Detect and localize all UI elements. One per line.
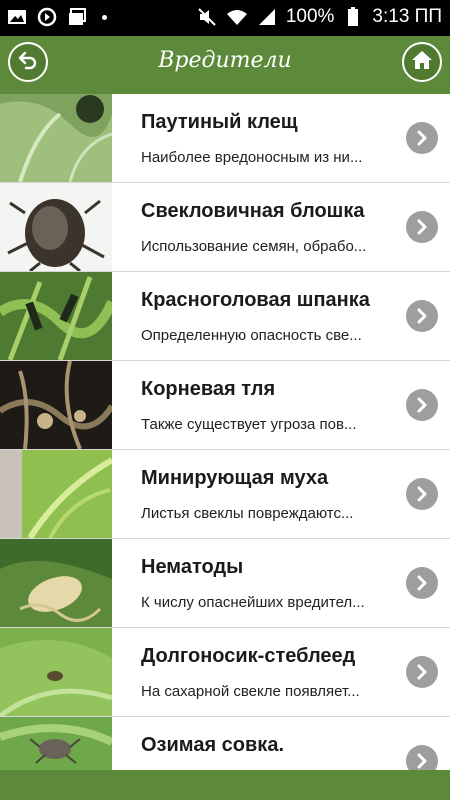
chevron-right-icon[interactable] — [406, 211, 438, 243]
item-subtitle: К числу опаснейших вредител... — [141, 594, 365, 611]
battery-percent: 100% — [285, 6, 335, 27]
chevron-right-icon[interactable] — [406, 300, 438, 332]
item-subtitle: Также существует угроза пов... — [141, 416, 357, 433]
home-icon — [411, 49, 433, 76]
bottom-bar — [0, 770, 450, 800]
chevron-right-icon[interactable] — [406, 478, 438, 510]
pest-thumbnail — [0, 539, 112, 627]
chevron-right-icon[interactable] — [406, 122, 438, 154]
item-title: Красноголовая шпанка — [141, 289, 370, 311]
home-button[interactable] — [402, 42, 442, 82]
notification-dot — [102, 14, 107, 20]
list-item[interactable]: Паутиный клещ Наиболее вредоносным из ни… — [0, 94, 450, 183]
pest-thumbnail — [0, 94, 112, 182]
signal-icon — [256, 6, 278, 28]
mute-icon — [196, 6, 218, 28]
image-icon — [6, 6, 28, 28]
chevron-right-icon[interactable] — [406, 567, 438, 599]
status-bar: 100% 3:13 ПП — [0, 0, 450, 36]
pest-thumbnail — [0, 717, 112, 770]
item-title: Долгоносик-стеблеед — [141, 645, 356, 667]
list-item[interactable]: Озимая совка. — [0, 717, 450, 770]
status-left-icons — [6, 6, 107, 28]
chevron-right-icon[interactable] — [406, 389, 438, 421]
list-item[interactable]: Свекловичная блошка Использование семян,… — [0, 183, 450, 272]
item-title: Озимая совка. — [141, 734, 284, 756]
chevron-right-icon[interactable] — [406, 745, 438, 770]
status-right-icons: 100% 3:13 ПП — [196, 6, 442, 28]
pest-thumbnail — [0, 628, 112, 716]
item-title: Свекловичная блошка — [141, 200, 365, 222]
item-title: Корневая тля — [141, 378, 276, 400]
gallery-icon — [66, 6, 88, 28]
pest-thumbnail — [0, 272, 112, 360]
pest-thumbnail — [0, 361, 112, 449]
item-subtitle: Наиболее вредоносным из ни... — [141, 149, 363, 166]
pest-thumbnail — [0, 450, 112, 538]
item-subtitle: Использование семян, обрабо... — [141, 238, 367, 255]
app-header: Вредители — [0, 36, 450, 94]
pest-list[interactable]: Паутиный клещ Наиболее вредоносным из ни… — [0, 94, 450, 770]
clock: 3:13 ПП — [372, 6, 442, 27]
list-item[interactable]: Долгоносик-стеблеед На сахарной свекле п… — [0, 628, 450, 717]
pest-thumbnail — [0, 183, 112, 271]
item-subtitle: Листья свеклы повреждаютс... — [141, 505, 354, 522]
list-item[interactable]: Нематоды К числу опаснейших вредител... — [0, 539, 450, 628]
item-title: Паутиный клещ — [141, 111, 298, 133]
item-subtitle: На сахарной свекле появляет... — [141, 683, 360, 700]
battery-icon — [342, 6, 364, 28]
list-item[interactable]: Красноголовая шпанка Определенную опасно… — [0, 272, 450, 361]
item-title: Нематоды — [141, 556, 244, 578]
item-subtitle: Определенную опасность све... — [141, 327, 362, 344]
wifi-icon — [226, 6, 248, 28]
item-title: Минирующая муха — [141, 467, 329, 489]
list-item[interactable]: Минирующая муха Листья свеклы повреждают… — [0, 450, 450, 539]
chevron-right-icon[interactable] — [406, 656, 438, 688]
list-item[interactable]: Корневая тля Также существует угроза пов… — [0, 361, 450, 450]
page-title: Вредители — [158, 48, 292, 73]
data-saver-icon — [36, 6, 58, 28]
